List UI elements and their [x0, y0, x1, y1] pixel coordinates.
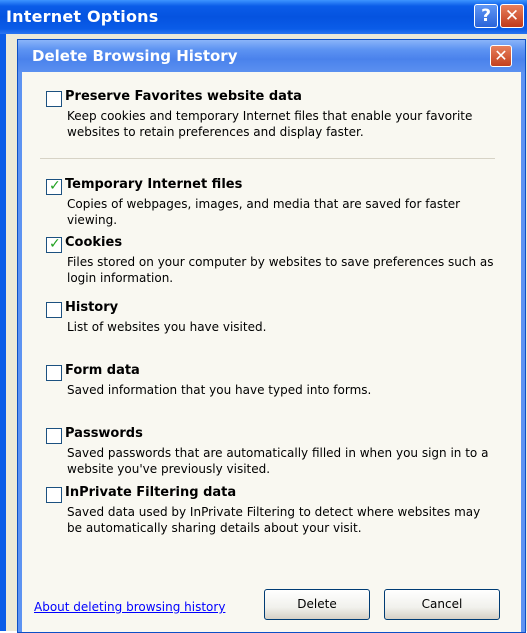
- temporary-files-checkbox[interactable]: ✓: [46, 178, 62, 195]
- option-title: Temporary Internet files: [65, 177, 243, 192]
- option-title: History: [65, 300, 119, 315]
- option-description: Files stored on your computer by website…: [67, 255, 494, 285]
- form-data-checkbox[interactable]: [46, 365, 62, 381]
- inprivate-filtering-checkbox[interactable]: [46, 487, 62, 503]
- cookies-checkbox[interactable]: ✓: [46, 236, 62, 253]
- option-title: Cookies: [65, 235, 123, 250]
- section-divider: [40, 158, 495, 159]
- outer-window-border: [0, 34, 6, 631]
- delete-browsing-history-dialog: Delete Browsing History ✕ Preserve Favor…: [17, 39, 526, 633]
- option-description: Copies of webpages, images, and media th…: [67, 197, 461, 227]
- option-description: List of websites you have visited.: [67, 320, 267, 334]
- option-description: Saved information that you have typed in…: [67, 383, 372, 397]
- about-deleting-history-link[interactable]: About deleting browsing history: [34, 600, 225, 614]
- check-mark-icon: ✓: [49, 236, 61, 252]
- internet-options-window: Internet Options ? ✕ Delete Browsing His…: [0, 0, 527, 633]
- check-mark-icon: ✓: [49, 178, 61, 194]
- outer-close-button[interactable]: ✕: [500, 4, 524, 28]
- passwords-checkbox[interactable]: [46, 428, 62, 444]
- option-title: Preserve Favorites website data: [65, 89, 302, 104]
- option-description: Saved data used by InPrivate Filtering t…: [67, 505, 481, 535]
- history-checkbox[interactable]: [46, 302, 62, 318]
- dialog-close-button[interactable]: ✕: [490, 45, 512, 67]
- preserve-favorites-checkbox[interactable]: [46, 91, 62, 107]
- option-description: Keep cookies and temporary Internet file…: [67, 109, 473, 139]
- option-title: Passwords: [65, 426, 143, 441]
- outer-title-bar: Internet Options ? ✕: [0, 0, 527, 34]
- option-title: Form data: [65, 363, 140, 378]
- dialog-right-border: [521, 72, 525, 632]
- help-button[interactable]: ?: [474, 4, 498, 28]
- cancel-button[interactable]: Cancel: [384, 589, 500, 620]
- dialog-left-border: [18, 72, 22, 632]
- option-description: Saved passwords that are automatically f…: [67, 446, 489, 476]
- option-title: InPrivate Filtering data: [65, 485, 237, 500]
- dialog-title-bar: Delete Browsing History ✕: [18, 40, 525, 72]
- dialog-title: Delete Browsing History: [32, 47, 238, 65]
- delete-button[interactable]: Delete: [264, 589, 370, 620]
- outer-window-title: Internet Options: [6, 7, 159, 26]
